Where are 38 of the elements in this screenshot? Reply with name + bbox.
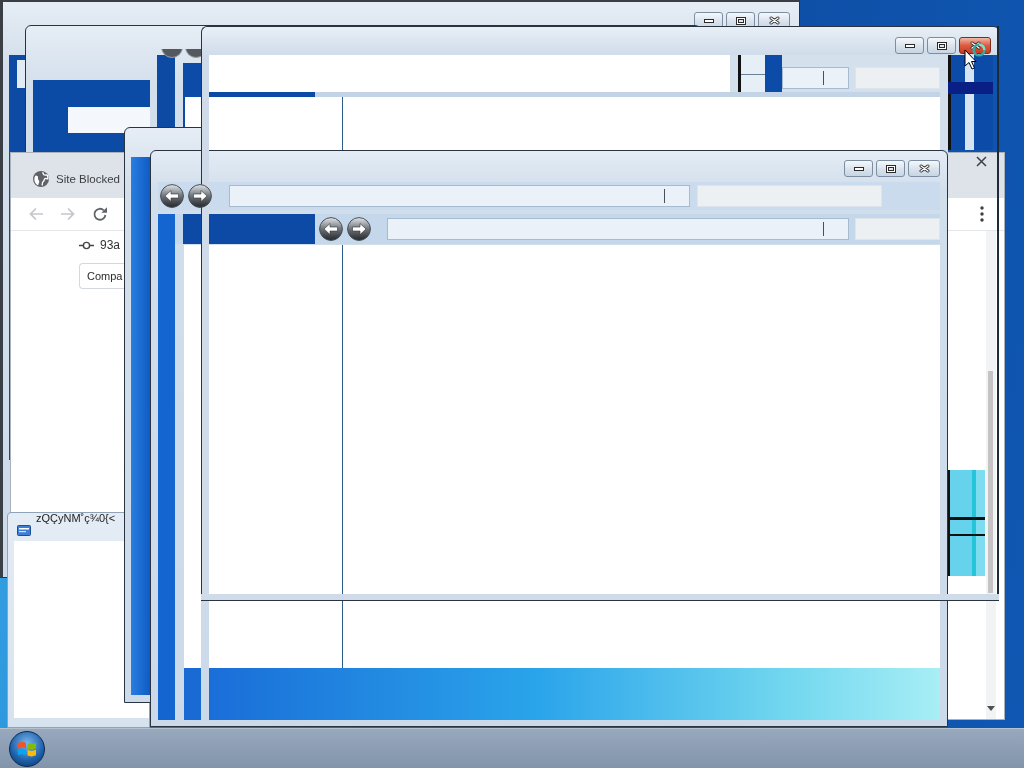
maximize-icon (885, 164, 896, 173)
maximize-icon (936, 41, 947, 50)
minimize-button[interactable] (895, 37, 924, 54)
glitch-block (738, 55, 782, 92)
address-field[interactable] (782, 67, 849, 89)
minimize-icon (853, 166, 864, 171)
glitch-drawing (160, 49, 201, 58)
globe-icon (33, 171, 49, 187)
action-button[interactable]: Compa (79, 263, 124, 289)
address-field[interactable] (229, 185, 690, 207)
minimize-button[interactable] (844, 160, 873, 177)
flag-icon (17, 739, 37, 758)
maximize-icon (735, 16, 746, 25)
commit-hash: 93a (100, 238, 121, 252)
search-field[interactable] (697, 185, 882, 207)
search-field[interactable] (855, 218, 940, 240)
minimize-icon (703, 18, 714, 23)
minimize-icon (904, 43, 915, 48)
close-icon (969, 41, 981, 50)
address-field[interactable] (387, 218, 849, 240)
commit-icon (79, 240, 94, 250)
close-icon[interactable] (976, 156, 987, 167)
menu-icon[interactable] (980, 206, 984, 222)
window-title: zQÇyNM˚ç¾0{< (36, 513, 116, 524)
scrollbar[interactable] (986, 231, 996, 719)
close-button[interactable] (908, 160, 940, 177)
scroll-thumb[interactable] (988, 371, 993, 593)
start-button[interactable] (9, 730, 45, 767)
close-icon (768, 16, 780, 25)
scroll-down-icon[interactable] (987, 706, 995, 711)
reload-icon[interactable] (92, 206, 108, 222)
search-field[interactable] (855, 67, 940, 89)
maximize-button[interactable] (927, 37, 956, 54)
browser-tab[interactable]: Site Blocked (33, 171, 120, 187)
maximize-button[interactable] (876, 160, 905, 177)
busy-cursor-icon (964, 42, 988, 72)
window-icon (17, 525, 31, 536)
close-icon (918, 164, 930, 173)
